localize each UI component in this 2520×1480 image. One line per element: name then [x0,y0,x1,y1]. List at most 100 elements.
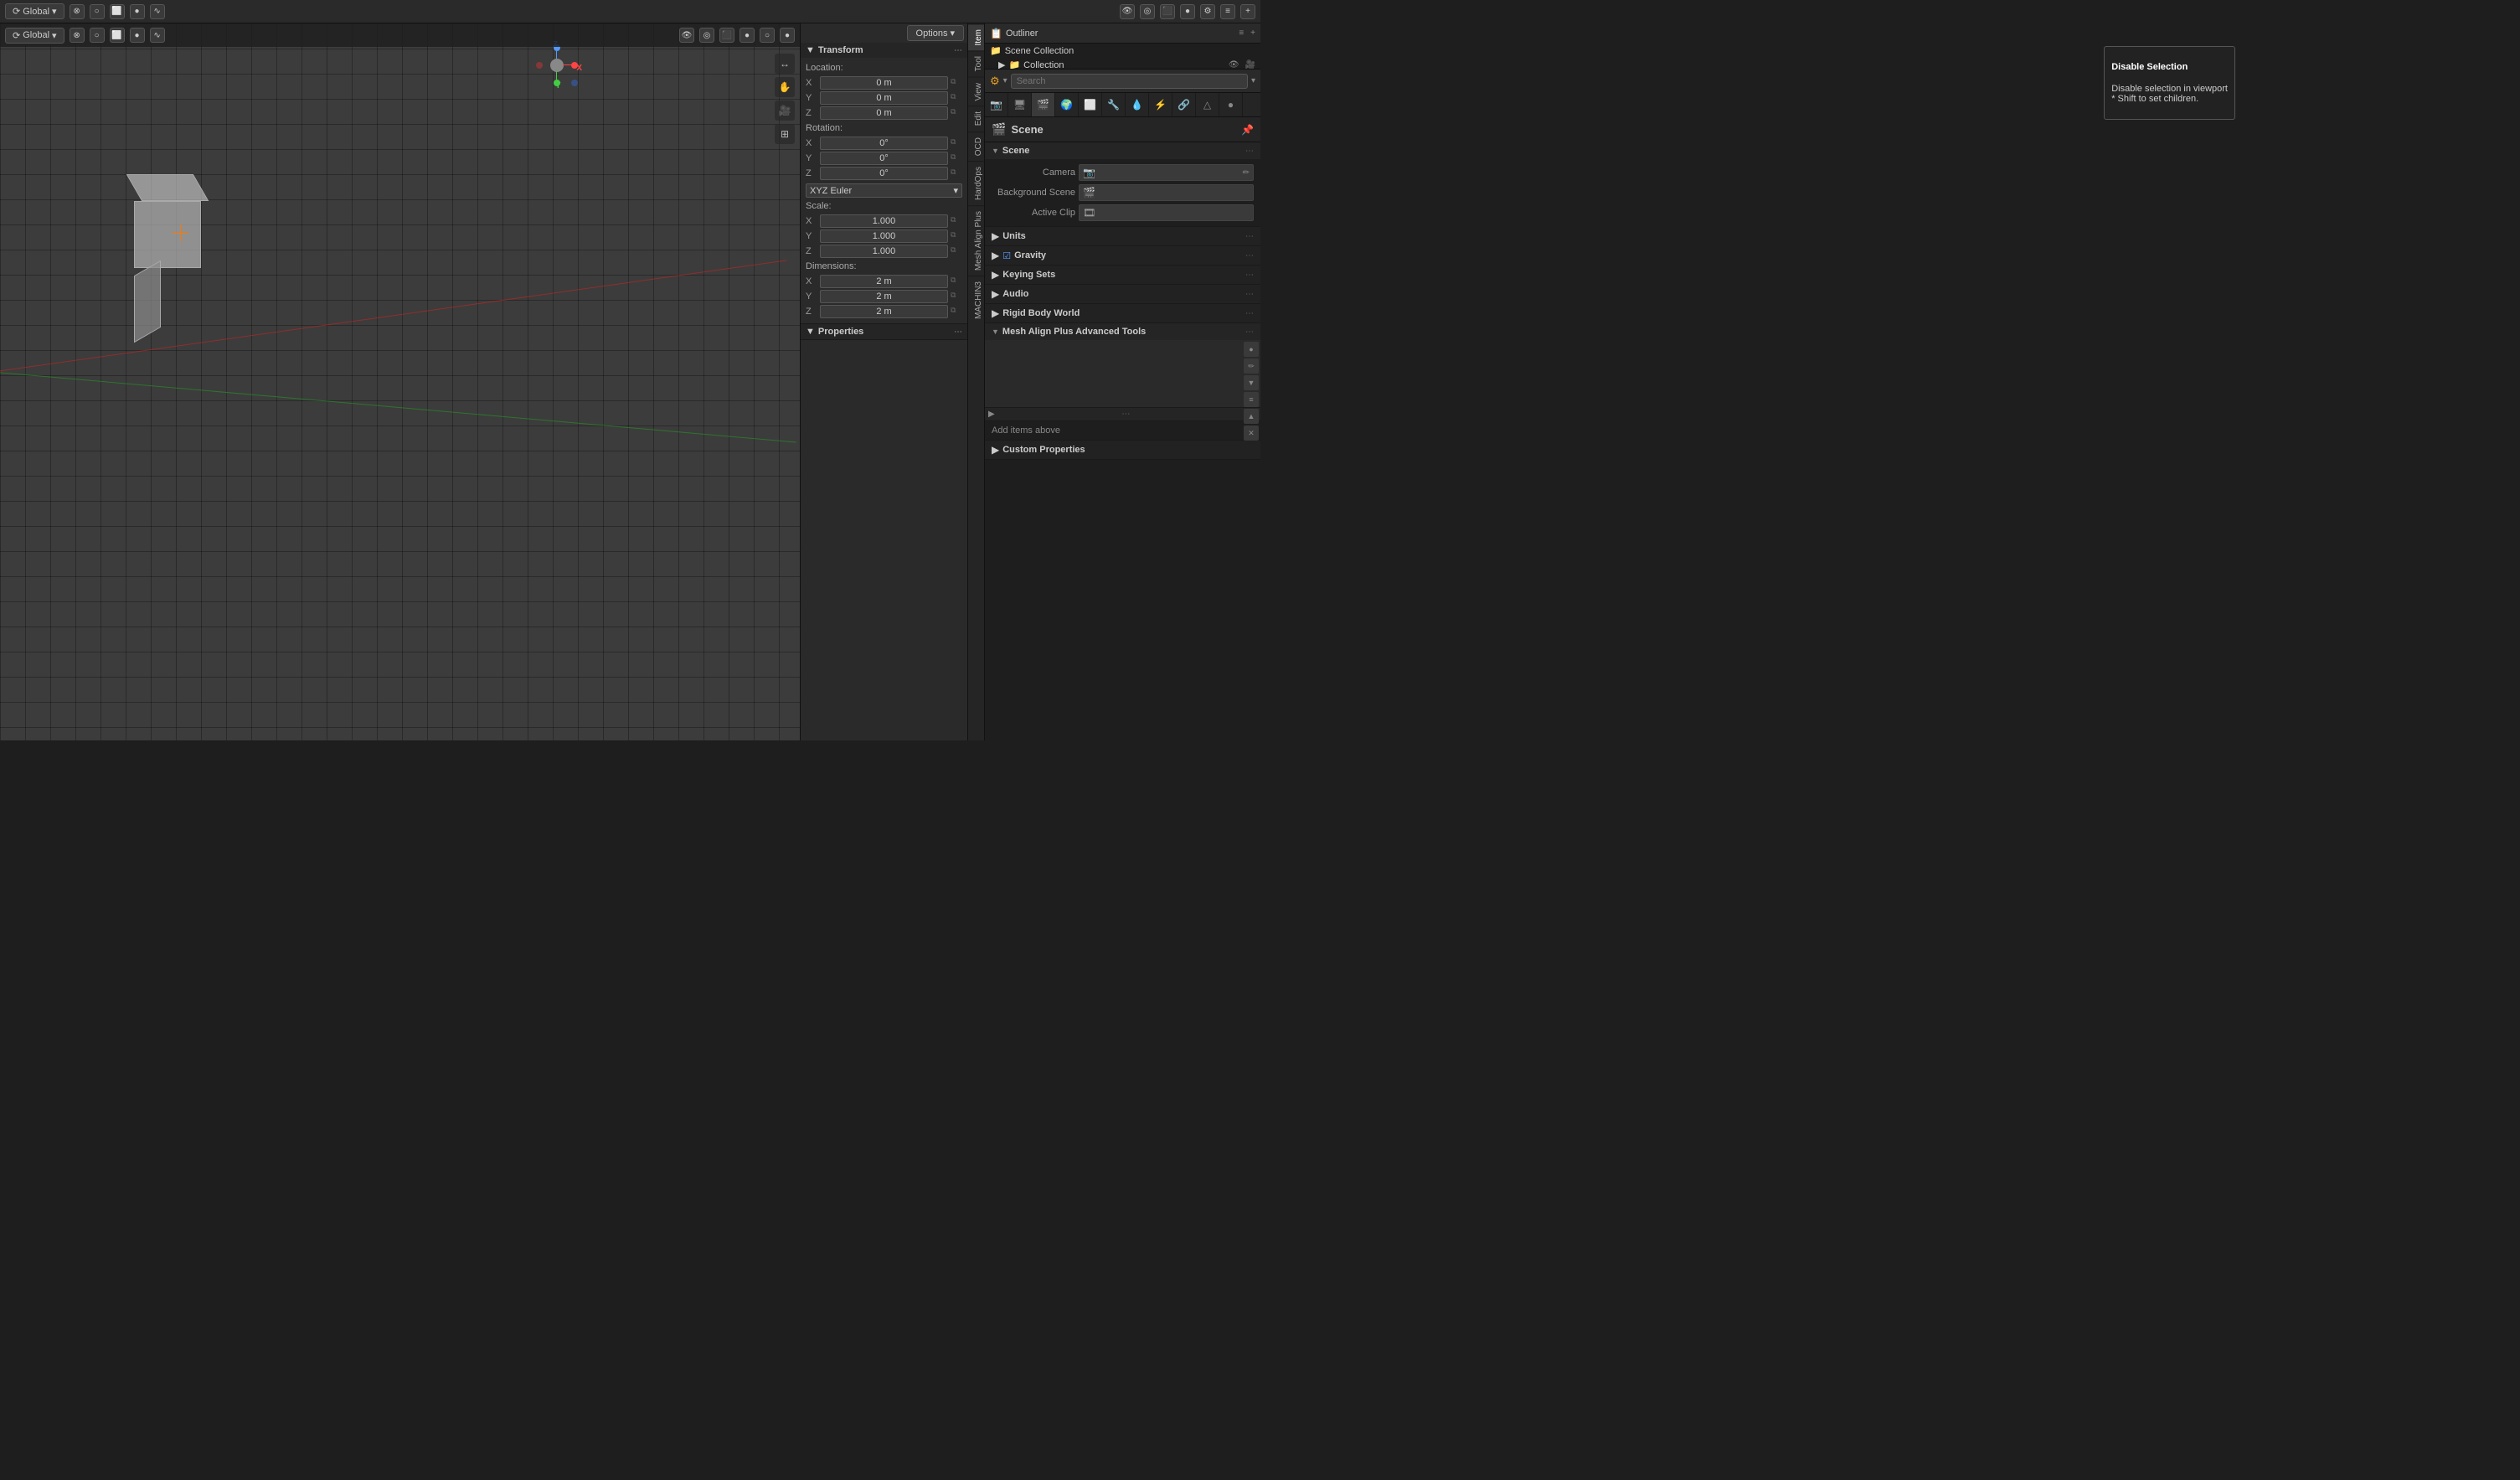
props-tab-output[interactable]: 🖥 [1008,93,1032,116]
scale-x-copy-icon[interactable]: ⧉ [951,215,962,227]
tab-ocd[interactable]: OCD [968,131,984,161]
location-z-input[interactable]: 0 m [820,106,948,120]
rot-x-copy-icon[interactable]: ⧉ [951,137,962,149]
scene-panel-icon[interactable]: ⚙ [990,75,1000,88]
loc-x-copy-icon[interactable]: ⧉ [951,77,962,89]
scale-x-input[interactable]: 1.000 [820,214,948,228]
outliner-scene-collection[interactable]: 📁 Scene Collection [985,44,1260,58]
dim-z-copy-icon[interactable]: ⧉ [951,306,962,317]
vp-grid-tool[interactable]: ⊞ [775,124,795,144]
dim-y-copy-icon[interactable]: ⧉ [951,291,962,302]
rot-z-copy-icon[interactable]: ⧉ [951,168,962,179]
viewport-mode-btn[interactable]: ⟳ Global ▾ [5,28,64,44]
keying-sets-header[interactable]: Keying Sets ⋯ [985,266,1260,284]
gravity-check-icon[interactable]: ☑ [1002,250,1011,261]
mesh-align-play-icon[interactable]: ▶ [988,410,995,419]
outliner-add-icon[interactable]: + [1250,28,1255,38]
properties-header[interactable]: ▼ Properties ⋯ [801,324,967,339]
vp-material-icon[interactable]: ○ [760,28,775,43]
shape-icon[interactable]: ○ [90,4,105,19]
dim-z-input[interactable]: 2 m [820,305,948,318]
vp-render-icon[interactable]: ● [780,28,795,43]
tab-item[interactable]: Item [968,23,984,50]
add-icon[interactable]: + [1240,4,1255,19]
tab-machin3[interactable]: MACHIN3 [968,276,984,324]
outliner-collection[interactable]: ▶ 📁 Collection 👁 🎥 [985,58,1260,70]
rigid-body-world-header[interactable]: Rigid Body World ⋯ [985,304,1260,322]
gravity-header[interactable]: ☑ Gravity ⋯ [985,246,1260,265]
vp-wave-icon[interactable]: ∿ [150,28,165,43]
tab-tool[interactable]: Tool [968,50,984,76]
scale-y-input[interactable]: 1.000 [820,229,948,243]
vp-camera-tool[interactable]: 🎥 [775,101,795,121]
loc-z-copy-icon[interactable]: ⧉ [951,107,962,119]
viewport-gizmo[interactable]: Z X Y [532,40,582,90]
tab-view[interactable]: View [968,77,984,106]
mesh-align-plus-header[interactable]: ▼ Mesh Align Plus Advanced Tools ⋯ [985,323,1260,340]
rotation-z-input[interactable]: 0° [820,167,948,180]
mesh-remove-icon[interactable]: ✕ [1244,425,1259,441]
props-tab-data[interactable]: △ [1196,93,1219,116]
location-x-input[interactable]: 0 m [820,76,948,90]
vp-dot-icon[interactable]: ● [130,28,145,43]
props-tab-object[interactable]: ⬜ [1079,93,1102,116]
loc-y-copy-icon[interactable]: ⧉ [951,92,962,104]
overlay-icon[interactable]: ◎ [1140,4,1155,19]
scale-z-copy-icon[interactable]: ⧉ [951,245,962,257]
props-tab-scene[interactable]: 🎬 [1032,93,1055,116]
camera-value[interactable]: 📷 ✏ [1079,164,1254,181]
vp-solid-icon[interactable]: ● [740,28,755,43]
filter-icon[interactable]: ≡ [1220,4,1235,19]
link-icon[interactable]: ⊗ [70,4,85,19]
vp-hand-tool[interactable]: ✋ [775,77,795,97]
rotation-x-input[interactable]: 0° [820,137,948,150]
dim-x-copy-icon[interactable]: ⧉ [951,276,962,287]
viewport[interactable]: ⟳ Global ▾ ⊗ ○ ⬜ ● ∿ 👁 ◎ ⬛ ● ○ ● Z [0,23,800,740]
location-y-input[interactable]: 0 m [820,91,948,105]
units-header[interactable]: Units ⋯ [985,227,1260,245]
mode-select[interactable]: ⟳ Global ▾ [5,3,64,19]
props-tab-material[interactable]: ● [1219,93,1243,116]
mesh-down-icon[interactable]: ▼ [1244,375,1259,390]
scale-y-copy-icon[interactable]: ⧉ [951,230,962,242]
settings-icon[interactable]: ⚙ [1200,4,1215,19]
euler-select[interactable]: XYZ Euler ▾ [806,183,962,198]
rotation-y-input[interactable]: 0° [820,152,948,165]
outliner-filter-icon[interactable]: ≡ [1239,28,1244,38]
vp-move-tool[interactable]: ↔ [775,54,795,74]
props-tab-world[interactable]: 🌍 [1055,93,1079,116]
dot-icon[interactable]: ● [130,4,145,19]
tab-mesh-align-plus[interactable]: Mesh Align Plus [968,205,984,276]
dim-y-input[interactable]: 2 m [820,290,948,303]
scene-section-header[interactable]: ▼ Scene ⋯ [985,142,1260,159]
background-scene-value[interactable]: 🎬 [1079,184,1254,201]
collection-camera-icon[interactable]: 🎥 [1245,60,1255,70]
mesh-drag-icon[interactable]: ≡ [1244,392,1259,407]
scene-panel-chevron[interactable]: ▾ [1251,76,1255,85]
square-icon[interactable]: ⬜ [110,4,125,19]
dim-x-input[interactable]: 2 m [820,275,948,288]
props-tab-physics[interactable]: ⚡ [1149,93,1172,116]
vp-shading-icon[interactable]: ⬛ [719,28,734,43]
options-button[interactable]: Options ▾ [907,25,964,41]
custom-properties-header[interactable]: Custom Properties [985,441,1260,459]
render-icon[interactable]: ● [1180,4,1195,19]
scene-panel-search[interactable] [1011,74,1248,89]
props-tab-modifier[interactable]: 🔧 [1102,93,1126,116]
props-tab-particles[interactable]: 💧 [1126,93,1149,116]
cube-object[interactable] [134,174,243,275]
wave-icon[interactable]: ∿ [150,4,165,19]
vp-square-icon[interactable]: ⬜ [110,28,125,43]
mesh-add-icon[interactable]: ● [1244,342,1259,357]
scene-panel-dropdown[interactable]: ▾ [1003,76,1007,85]
mesh-up-icon[interactable]: ▲ [1244,409,1259,424]
active-clip-value[interactable]: 🎞 [1079,204,1254,221]
vp-view-icon[interactable]: 👁 [679,28,694,43]
pin-icon[interactable]: 📌 [1241,124,1254,136]
rot-y-copy-icon[interactable]: ⧉ [951,152,962,164]
tab-hardops[interactable]: HardOps [968,161,984,205]
tab-edit[interactable]: Edit [968,106,984,131]
props-tab-render[interactable]: 📷 [985,93,1008,116]
shading-icon[interactable]: ⬛ [1160,4,1175,19]
camera-edit-icon[interactable]: ✏ [1243,168,1250,178]
